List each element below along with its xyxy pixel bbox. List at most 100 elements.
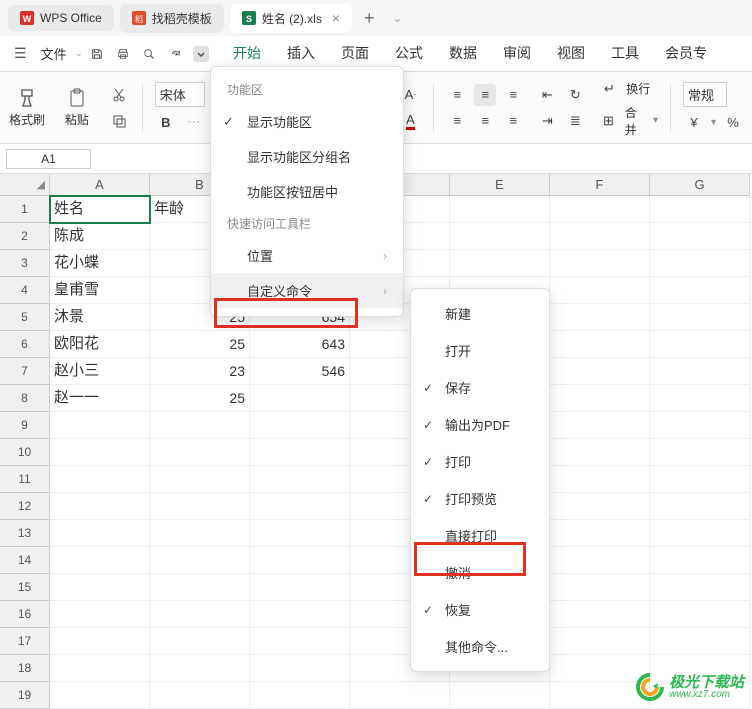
merge-icon[interactable]: ⊞ — [598, 110, 618, 132]
submenu-other-commands[interactable]: 其他命令... — [411, 628, 549, 665]
align-center-icon[interactable]: ≡ — [474, 110, 496, 132]
row-header[interactable]: 2 — [0, 223, 50, 250]
cell-G8[interactable] — [650, 385, 750, 412]
cell-G4[interactable] — [650, 277, 750, 304]
cell-A5[interactable]: 沐景 — [50, 304, 150, 331]
format-painter-button[interactable]: 格式刷 — [8, 80, 46, 136]
cell-C17[interactable] — [250, 628, 350, 655]
row-header[interactable]: 1 — [0, 196, 50, 223]
cell-A11[interactable] — [50, 466, 150, 493]
cell-G2[interactable] — [650, 223, 750, 250]
cell-E3[interactable] — [450, 250, 550, 277]
row-header[interactable]: 3 — [0, 250, 50, 277]
cell-C18[interactable] — [250, 655, 350, 682]
cell-A8[interactable]: 赵一一 — [50, 385, 150, 412]
cell-F12[interactable] — [550, 493, 650, 520]
row-header[interactable]: 14 — [0, 547, 50, 574]
cell-G10[interactable] — [650, 439, 750, 466]
cell-F13[interactable] — [550, 520, 650, 547]
row-header[interactable]: 9 — [0, 412, 50, 439]
cell-A16[interactable] — [50, 601, 150, 628]
add-tab-button[interactable]: + — [358, 8, 381, 29]
cell-A15[interactable] — [50, 574, 150, 601]
cell-G15[interactable] — [650, 574, 750, 601]
cell-B19[interactable] — [150, 682, 250, 709]
col-header-A[interactable]: A — [50, 174, 150, 196]
cell-C19[interactable] — [250, 682, 350, 709]
cell-G6[interactable] — [650, 331, 750, 358]
cell-G9[interactable] — [650, 412, 750, 439]
font-name-select[interactable]: 宋体 — [155, 82, 205, 107]
cell-A7[interactable]: 赵小三 — [50, 358, 150, 385]
menu-center-buttons[interactable]: 功能区按钮居中 — [211, 174, 403, 209]
justify-icon[interactable]: ≣ — [564, 110, 586, 132]
tab-wps-office[interactable]: W WPS Office — [8, 5, 114, 31]
ribbon-tab-page[interactable]: 页面 — [339, 39, 371, 69]
cell-G5[interactable] — [650, 304, 750, 331]
col-header-E[interactable]: E — [450, 174, 550, 196]
cell-A2[interactable]: 陈成 — [50, 223, 150, 250]
submenu-export-pdf[interactable]: ✓输出为PDF — [411, 406, 549, 443]
cell-F15[interactable] — [550, 574, 650, 601]
cell-F10[interactable] — [550, 439, 650, 466]
align-left-icon[interactable]: ≡ — [446, 110, 468, 132]
menu-custom-commands[interactable]: 自定义命令› — [211, 273, 403, 308]
submenu-print[interactable]: ✓打印 — [411, 443, 549, 480]
print-icon[interactable] — [115, 46, 131, 62]
submenu-print-preview[interactable]: ✓打印预览 — [411, 480, 549, 517]
redo-icon[interactable] — [167, 46, 183, 62]
tab-template[interactable]: 稻 找稻壳模板 — [120, 4, 224, 33]
cell-F2[interactable] — [550, 223, 650, 250]
cell-B17[interactable] — [150, 628, 250, 655]
cell-C6[interactable]: 643 — [250, 331, 350, 358]
cell-B16[interactable] — [150, 601, 250, 628]
print-preview-icon[interactable] — [141, 46, 157, 62]
row-header[interactable]: 13 — [0, 520, 50, 547]
ribbon-tab-review[interactable]: 审阅 — [501, 39, 533, 69]
align-right-icon[interactable]: ≡ — [502, 110, 524, 132]
align-top-icon[interactable]: ≡ — [446, 84, 468, 106]
cell-A4[interactable]: 皇甫雪 — [50, 277, 150, 304]
cell-F14[interactable] — [550, 547, 650, 574]
increase-indent-icon[interactable]: ⇥ — [536, 110, 558, 132]
row-header[interactable]: 6 — [0, 331, 50, 358]
cell-C7[interactable]: 546 — [250, 358, 350, 385]
cell-F1[interactable] — [550, 196, 650, 223]
row-header[interactable]: 11 — [0, 466, 50, 493]
cell-G1[interactable] — [650, 196, 750, 223]
more-font-icon[interactable]: ⋯ — [183, 111, 205, 133]
row-header[interactable]: 18 — [0, 655, 50, 682]
ribbon-tab-view[interactable]: 视图 — [555, 39, 587, 69]
file-menu[interactable]: 文件 — [35, 44, 73, 63]
cell-B18[interactable] — [150, 655, 250, 682]
cell-A12[interactable] — [50, 493, 150, 520]
bold-button[interactable]: B — [155, 111, 177, 133]
cell-F8[interactable] — [550, 385, 650, 412]
cell-F7[interactable] — [550, 358, 650, 385]
cell-A13[interactable] — [50, 520, 150, 547]
cell-F16[interactable] — [550, 601, 650, 628]
cell-B11[interactable] — [150, 466, 250, 493]
currency-icon[interactable]: ¥ — [683, 111, 705, 133]
cell-C13[interactable] — [250, 520, 350, 547]
cell-G16[interactable] — [650, 601, 750, 628]
cell-A6[interactable]: 欧阳花 — [50, 331, 150, 358]
copy-icon[interactable] — [108, 110, 130, 132]
cell-A9[interactable] — [50, 412, 150, 439]
cell-G12[interactable] — [650, 493, 750, 520]
cell-D19[interactable] — [350, 682, 450, 709]
ribbon-tab-tools[interactable]: 工具 — [609, 39, 641, 69]
submenu-new[interactable]: 新建 — [411, 295, 549, 332]
cell-C14[interactable] — [250, 547, 350, 574]
menu-show-ribbon[interactable]: ✓显示功能区 — [211, 104, 403, 139]
wrap-text-icon[interactable]: ↵ — [598, 78, 620, 100]
row-header[interactable]: 5 — [0, 304, 50, 331]
number-format-select[interactable]: 常规 — [683, 82, 727, 107]
cell-A18[interactable] — [50, 655, 150, 682]
cell-F6[interactable] — [550, 331, 650, 358]
row-header[interactable]: 16 — [0, 601, 50, 628]
row-header[interactable]: 12 — [0, 493, 50, 520]
row-header[interactable]: 4 — [0, 277, 50, 304]
cell-E1[interactable] — [450, 196, 550, 223]
cell-A14[interactable] — [50, 547, 150, 574]
